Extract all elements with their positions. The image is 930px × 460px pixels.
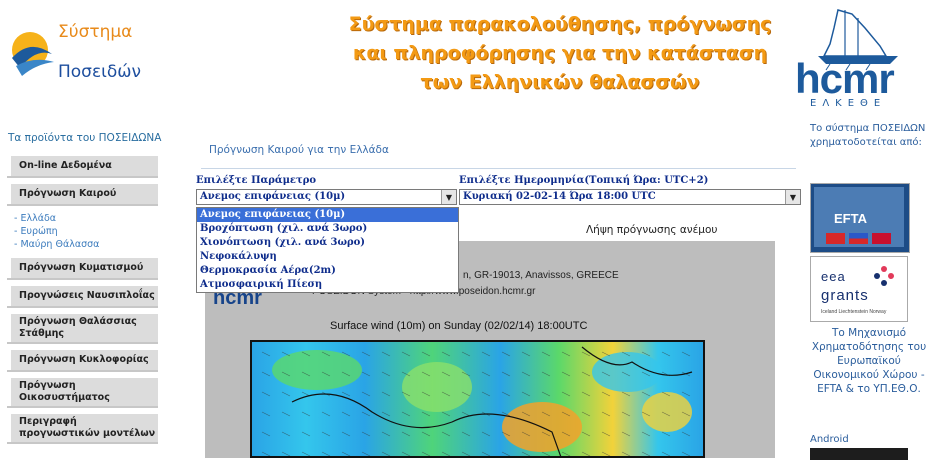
wind-forecast-download-link[interactable]: Λήψη πρόγνωσης ανέμου [586,224,718,236]
sidebar-item-ecosystem-forecast[interactable]: Πρόγνωση Οικοσυστήματος [7,378,158,408]
parameter-label: Επιλέξτε Παράμετρο [196,175,317,186]
date-select[interactable]: Κυριακή 02-02-14 Ώρα 18:00 UTC ▼ [459,189,801,205]
parameter-option-wind[interactable]: Ανεμος επιφάνειας (10μ) [197,208,458,222]
funding-text: Το σύστημα ΠΟΣΕΙΔΩΝ χρηματοδοτείται από: [810,123,926,148]
android-label[interactable]: Android [810,434,849,445]
right-sidebar: Το σύστημα ΠΟΣΕΙΔΩΝ χρηματοδοτείται από:… [810,116,930,460]
grants-text: grants [821,287,869,304]
funding-mechanism-text: Το Μηχανισμό Χρηματοδότησης του Ευρωπαϊκ… [811,327,927,395]
sidebar-sublink-europe[interactable]: - Ευρώπη [14,226,58,238]
sidebar-item-wave-forecast[interactable]: Πρόγνωση Κυματισμού [7,258,158,280]
chevron-down-icon[interactable]: ▼ [785,190,800,204]
sidebar-item-label: Πρόγνωση Θαλάσσιας Στάθμης [19,316,137,339]
parameter-option-pressure[interactable]: Ατμοσφαιρική Πίεση [197,278,458,292]
nav-marker [7,414,11,442]
date-select-value: Κυριακή 02-02-14 Ώρα 18:00 UTC [463,191,656,202]
page-title: Πρόγνωση Καιρού για την Ελλάδα [209,144,389,156]
header-title-line1: Σύστημα παρακολούθησης, πρόγνωσης [348,13,772,35]
sidebar-item-circulation-forecast[interactable]: Πρόγνωση Κυκλοφορίας [7,350,158,372]
sidebar-item-label: Πρόγνωση Κυκλοφορίας [19,354,149,365]
flag-norway-icon [872,233,891,244]
sidebar-sublink-black-sea[interactable]: - Μαύρη Θάλασσα [14,239,99,251]
sidebar-item-label: On-line Δεδομένα [19,160,112,171]
nav-marker [7,156,11,176]
parameter-option-temperature[interactable]: Θερμοκρασία Αέρα(2m) [197,264,458,278]
sidebar-item-label: Πρόγνωση Οικοσυστήματος [19,380,110,403]
date-label: Επιλέξτε Ημερομηνία(Τοπική Ώρα: UTC+2) [459,175,709,186]
android-banner[interactable] [810,448,908,460]
sidebar-item-online-data[interactable]: On-line Δεδομένα [7,156,158,178]
sidebar-item-label: Πρόγνωση Καιρού [19,188,117,199]
nav-marker [7,184,11,204]
divider [201,168,796,169]
header-title-line3: των Ελληνικών θαλασσών [420,71,700,93]
wind-field [250,340,705,458]
wind-arrows-icon [261,346,693,456]
parameter-option-rain[interactable]: Βροχόπτωση (χιλ. ανά 3ωρο) [197,222,458,236]
nav-marker [7,350,11,370]
header-title-line2: και πληροφόρησης για την κατάσταση [352,42,768,64]
sidebar-item-model-description[interactable]: Περιγραφή προγνωστικών μοντέλων [7,414,158,444]
sidebar-item-navigation-forecast[interactable]: Προγνώσεις Ναυσιπλοΐας [7,286,158,308]
logo-line1[interactable]: Σύστημα [58,22,132,42]
header-title: Σύστημα παρακολούθησης, πρόγνωσης και πλ… [325,10,795,97]
map-address-text: n, GR-19013, Anavissos, GREECE [463,270,619,281]
sidebar-title: Τα προϊόντα του ΠΟΣΕΙΔΩΝΑ [8,132,162,144]
eea-grants-banner[interactable]: eea grants Iceland Liechtenstein Norway [810,256,908,322]
parameter-dropdown-list: Ανεμος επιφάνειας (10μ) Βροχόπτωση (χιλ.… [196,207,459,293]
parameter-select[interactable]: Ανεμος επιφάνειας (10μ) ▼ [196,189,457,205]
sidebar-item-label: Προγνώσεις Ναυσιπλοΐας [19,290,155,301]
sidebar-item-weather-forecast[interactable]: Πρόγνωση Καιρού [7,184,158,206]
eea-countries-text: Iceland Liechtenstein Norway [821,309,887,315]
nav-marker [7,314,11,342]
parameter-option-clouds[interactable]: Νεφοκάλυψη [197,250,458,264]
efta-label: EFTA [834,211,867,226]
nav-marker [7,286,11,306]
eea-star-icon [874,266,894,286]
flag-iceland-icon [826,233,845,244]
hcmr-logo-text[interactable]: hcmr [795,55,895,103]
hcmr-logo-subtitle: ΕΛΚΕΘΕ [810,98,887,109]
efta-banner-inner: EFTA [814,187,904,247]
flag-liechtenstein-icon [849,233,868,244]
parameter-option-snow[interactable]: Χιονόπτωση (χιλ. ανά 3ωρο) [197,236,458,250]
sidebar: Τα προϊόντα του ΠΟΣΕΙΔΩΝΑ On-line Δεδομέ… [0,124,170,458]
sidebar-item-label: Πρόγνωση Κυματισμού [19,262,144,273]
nav-marker [7,258,11,278]
main-content: Πρόγνωση Καιρού για την Ελλάδα Επιλέξτε … [193,124,805,458]
sidebar-sublink-greece[interactable]: - Ελλάδα [14,213,56,225]
eea-text: eea [821,269,846,284]
efta-banner[interactable]: EFTA [810,183,910,253]
nav-marker [7,378,11,406]
sidebar-item-sea-level-forecast[interactable]: Πρόγνωση Θαλάσσιας Στάθμης [7,314,158,344]
efta-flags [826,233,891,244]
sidebar-item-label: Περιγραφή προγνωστικών μοντέλων [19,416,156,439]
page-header: Σύστημα Ποσειδών Σύστημα παρακολούθησης,… [0,0,930,116]
map-caption: Surface wind (10m) on Sunday (02/02/14) … [330,320,588,332]
logo-line2[interactable]: Ποσειδών [58,62,141,82]
chevron-down-icon[interactable]: ▼ [441,190,456,204]
parameter-select-value: Ανεμος επιφάνειας (10μ) [200,191,346,202]
